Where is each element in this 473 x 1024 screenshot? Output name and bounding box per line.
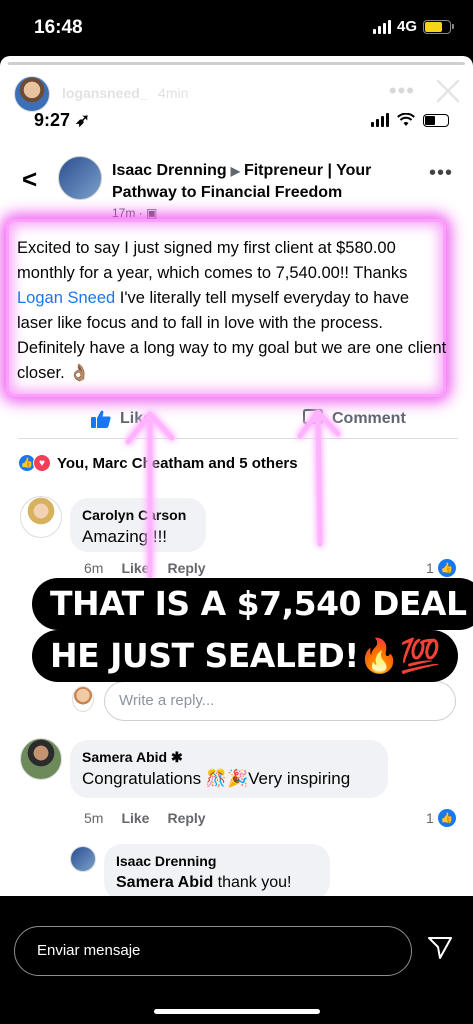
message-input[interactable]: Enviar mensaje [14, 926, 412, 976]
send-icon[interactable] [427, 936, 453, 960]
arrow-right [297, 409, 341, 547]
system-time: 16:48 [34, 17, 83, 38]
system-indicators: 4G [372, 18, 454, 35]
story-viewer[interactable]: logansneed_ 4min ••• 9:27 ➶ < Isaac Dren… [0, 56, 473, 896]
home-indicator [154, 1009, 320, 1014]
story-reply-bar: Enviar mensaje [0, 896, 473, 1024]
battery-icon [423, 19, 454, 34]
caption-line-1: THAT IS A $7,540 DEAL [32, 578, 473, 630]
caption-line-2: HE JUST SEALED!🔥💯 [32, 630, 459, 682]
arrow-annotations [125, 409, 341, 579]
system-status-bar: 16:48 4G [0, 0, 473, 56]
signal-icon [372, 19, 391, 34]
arrow-left [125, 411, 175, 579]
network-type: 4G [396, 18, 417, 35]
